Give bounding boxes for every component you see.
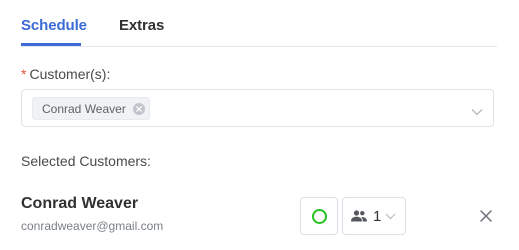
status-circle-icon: [311, 208, 327, 224]
customers-label-text: Customer(s):: [29, 66, 111, 82]
tab-bar: Schedule Extras: [21, 0, 497, 47]
tab-extras[interactable]: Extras: [119, 17, 164, 34]
tab-schedule[interactable]: Schedule: [21, 17, 87, 34]
customers-field-label: * Customer(s):: [21, 66, 110, 82]
customer-email: conradweaver@gmail.com: [21, 219, 164, 233]
customer-tag-label: Conrad Weaver: [42, 101, 126, 116]
customers-select[interactable]: Conrad Weaver: [21, 89, 494, 127]
persons-count-select[interactable]: 1: [342, 197, 406, 235]
required-mark: *: [21, 66, 27, 82]
customer-tag: Conrad Weaver: [32, 97, 150, 120]
selected-customers-heading: Selected Customers:: [21, 153, 151, 169]
status-button[interactable]: [300, 197, 338, 235]
chevron-down-icon: [385, 213, 396, 220]
people-icon: [350, 210, 368, 222]
persons-count-value: 1: [373, 207, 382, 225]
chevron-down-icon[interactable]: [471, 103, 483, 121]
active-tab-indicator: [21, 43, 81, 46]
customer-name: Conrad Weaver: [21, 195, 139, 212]
close-icon[interactable]: [479, 209, 493, 223]
close-circle-icon[interactable]: [132, 102, 145, 115]
